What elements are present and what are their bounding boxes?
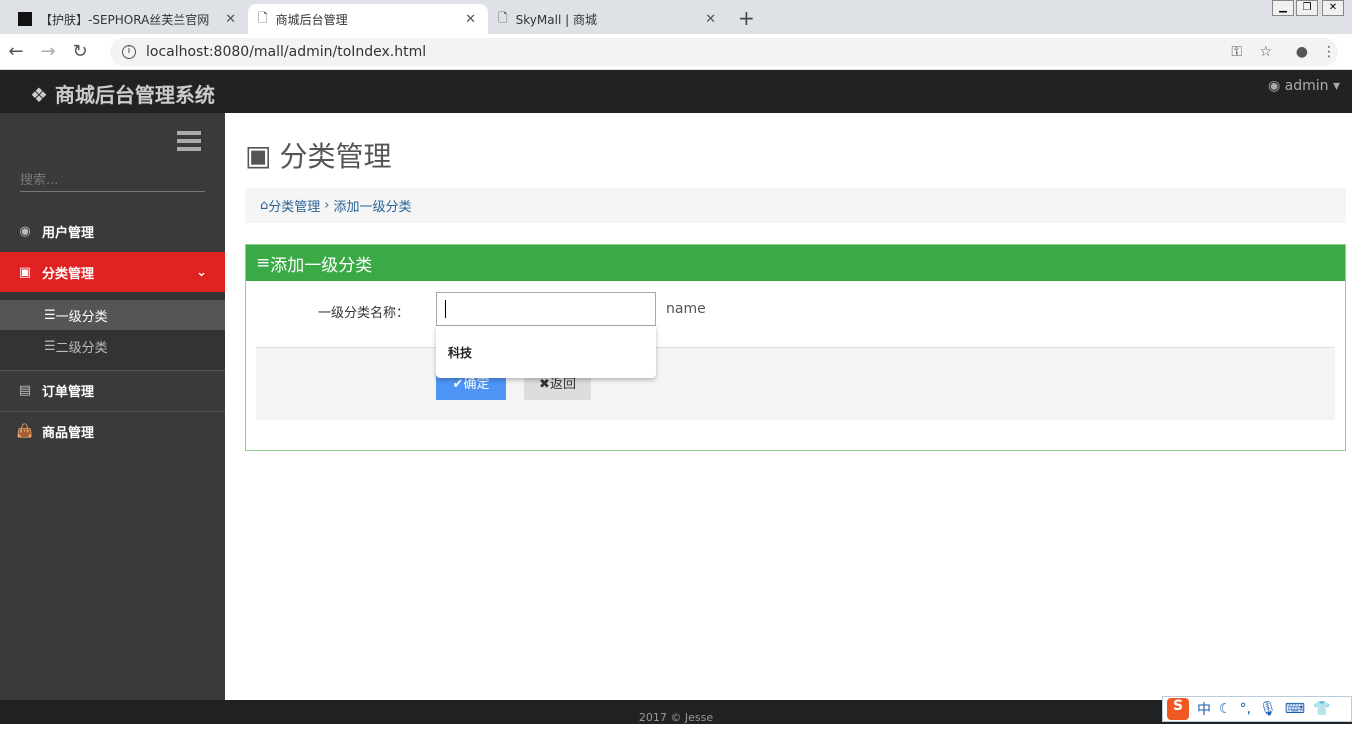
breadcrumb-link[interactable]: 分类管理 xyxy=(268,196,320,215)
list-icon: ☰ xyxy=(44,307,56,323)
form-panel: ≡ 添加一级分类 一级分类名称： name ✔确定 ✖返回 科技 xyxy=(245,244,1346,451)
close-icon[interactable]: ✕ xyxy=(465,12,476,27)
key-icon[interactable]: ⚿ xyxy=(1231,44,1242,60)
new-tab-button[interactable]: + xyxy=(738,6,755,30)
page-icon: 🗋 xyxy=(498,10,508,25)
field-label: 一级分类名称： xyxy=(318,306,410,321)
chevron-right-icon: › xyxy=(324,198,330,213)
brand[interactable]: ❖ 商城后台管理系统 xyxy=(30,79,215,108)
home-icon: ⌂ xyxy=(260,198,269,213)
address-bar: ← → ↻ i localhost:8080/mall/admin/toIndex… xyxy=(0,34,1352,70)
forward-icon[interactable]: → xyxy=(32,41,64,62)
sidebar-item-level2[interactable]: ☰ 二级分类 xyxy=(0,331,225,361)
caret-down-icon: ▾ xyxy=(1328,78,1340,94)
close-window-button[interactable]: ✕ xyxy=(1322,0,1344,16)
url-field[interactable]: i localhost:8080/mall/admin/toIndex.html … xyxy=(110,38,1338,66)
bars-icon: ≡ xyxy=(256,253,271,273)
back-icon[interactable]: ← xyxy=(0,41,32,62)
mic-icon[interactable]: 🎙 xyxy=(1259,701,1277,717)
close-icon[interactable]: ✕ xyxy=(705,12,716,27)
tab-admin[interactable]: 🗋 商城后台管理 ✕ xyxy=(248,4,488,34)
sidebar-search-input[interactable]: 搜索... xyxy=(20,169,205,192)
tab-bar: 【护肤】-SEPHORA丝芙兰官网 ✕ 🗋 商城后台管理 ✕ 🗋 SkyMall | 商… xyxy=(0,0,1352,34)
list-icon: ☰ xyxy=(44,338,56,354)
file-icon: ▤ xyxy=(18,383,32,398)
sidebar-item-products[interactable]: 👜 商品管理 xyxy=(0,411,225,451)
field-hint: name xyxy=(666,301,706,317)
check-icon: ✔ xyxy=(452,377,464,392)
object-group-icon: ▣ xyxy=(245,138,272,172)
top-navbar: ❖ 商城后台管理系统 ◉ admin ▾ xyxy=(0,70,1352,113)
tab-sephora[interactable]: 【护肤】-SEPHORA丝芙兰官网 ✕ xyxy=(8,4,248,34)
ime-lang-toggle[interactable]: 中 xyxy=(1197,699,1211,719)
user-menu[interactable]: ◉ admin ▾ xyxy=(1268,78,1340,94)
star-icon[interactable]: ☆ xyxy=(1259,44,1272,60)
punctuation-icon[interactable]: °, xyxy=(1240,701,1251,717)
cubes-icon: ❖ xyxy=(30,83,55,107)
chevron-down-icon: ⌄ xyxy=(196,264,207,280)
hamburger-icon[interactable] xyxy=(177,131,201,155)
ime-toolbar: S 中 ☾ °, 🎙 ⌨ 👕 xyxy=(1162,696,1352,722)
autocomplete-option[interactable]: 科技 xyxy=(436,326,656,378)
page-icon: 🗋 xyxy=(258,10,268,25)
minimize-button[interactable]: ▁ xyxy=(1272,0,1294,16)
skin-icon[interactable]: 👕 xyxy=(1313,701,1330,717)
user-icon: ◉ xyxy=(1267,78,1285,94)
tab-skymall[interactable]: 🗋 SkyMall | 商城 ✕ xyxy=(488,4,728,34)
user-circle-icon: ◉ xyxy=(19,223,31,239)
page-title: ▣ 分类管理 xyxy=(245,138,392,174)
form-actions: ✔确定 ✖返回 xyxy=(256,347,1335,420)
panel-header: ≡ 添加一级分类 xyxy=(246,245,1345,281)
sidebar-item-level1[interactable]: ☰ 一级分类 xyxy=(0,300,225,330)
shopping-bag-icon: 👜 xyxy=(16,424,34,439)
footer: 2017 © Jesse xyxy=(0,700,1352,724)
reload-icon[interactable]: ↻ xyxy=(64,41,96,62)
sidebar-item-orders[interactable]: ▤ 订单管理 xyxy=(0,370,225,410)
profile-icon[interactable]: ● xyxy=(1296,44,1308,60)
restore-button[interactable]: ❐ xyxy=(1296,0,1318,16)
times-icon: ✖ xyxy=(539,377,550,392)
close-icon[interactable]: ✕ xyxy=(225,12,236,27)
object-group-icon: ▣ xyxy=(18,264,32,280)
menu-icon[interactable]: ⋮ xyxy=(1322,44,1336,60)
moon-icon[interactable]: ☾ xyxy=(1219,701,1232,717)
site-icon xyxy=(18,12,32,26)
breadcrumb: ⌂ 分类管理 › 添加一级分类 xyxy=(245,188,1346,223)
sogou-logo-icon[interactable]: S xyxy=(1167,698,1189,720)
sidebar-item-users[interactable]: ◉ 用户管理 xyxy=(0,211,225,251)
sidebar: 搜索... ◉ 用户管理 ▣ 分类管理 ⌄ ☰ 一级分类 ☰ 二级分类 ▤ 订单管理 👜… xyxy=(0,113,225,700)
info-icon[interactable]: i xyxy=(122,45,136,59)
sidebar-item-category[interactable]: ▣ 分类管理 ⌄ xyxy=(0,252,225,292)
keyboard-icon[interactable]: ⌨ xyxy=(1285,701,1305,717)
category-name-input[interactable] xyxy=(436,292,656,326)
